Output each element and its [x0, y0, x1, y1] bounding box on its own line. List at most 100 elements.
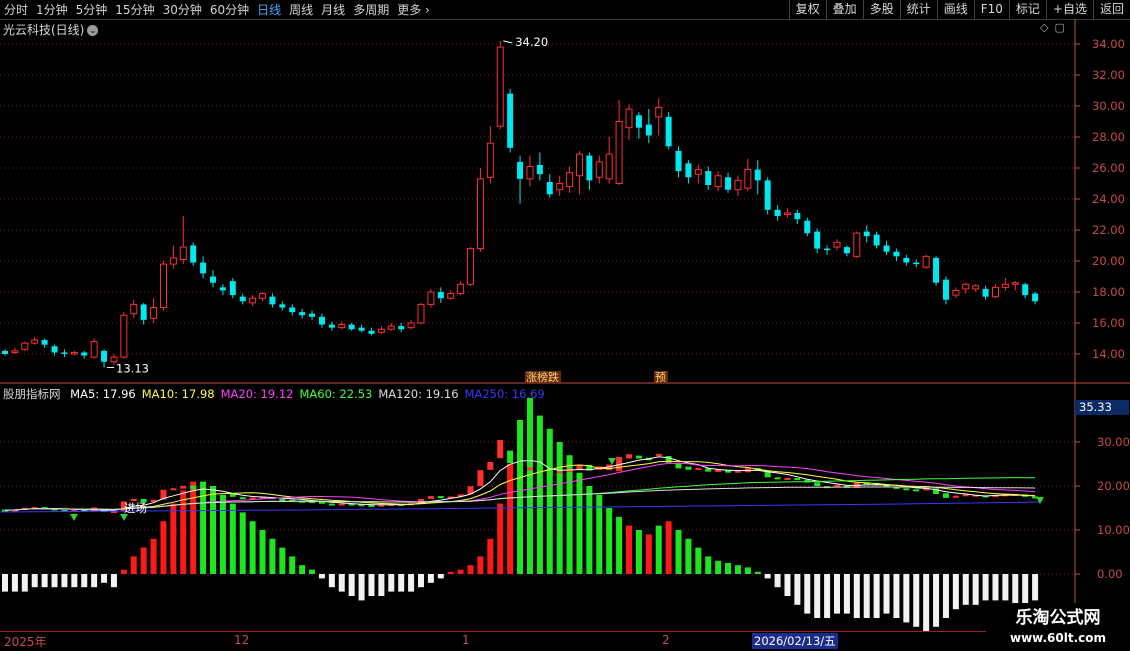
candle-body [595, 161, 603, 178]
histogram-bar [259, 530, 266, 574]
event-tag: 预 [655, 371, 666, 384]
candle-body [101, 350, 108, 362]
histogram-bar [11, 574, 18, 592]
candle-body [41, 340, 48, 345]
candle-body [407, 322, 415, 329]
candle-body [427, 291, 435, 305]
histogram-bar [853, 574, 860, 618]
histogram-bar [447, 571, 454, 574]
candle-body [368, 330, 375, 334]
candle-body [625, 108, 633, 129]
candle-body [249, 297, 257, 304]
chart-canvas[interactable]: 34.0032.0030.0028.0026.0024.0022.0020.00… [0, 0, 1130, 650]
histogram-bar [843, 574, 850, 614]
histogram-bar [1012, 574, 1019, 605]
ma-legend-item: MA5: 17.96 [70, 387, 136, 401]
histogram-bar [893, 574, 900, 618]
candle-body [31, 339, 39, 344]
candle-body [804, 220, 811, 234]
candle-body [120, 314, 128, 358]
ma-legend-item: MA60: 22.53 [299, 387, 373, 401]
histogram-bar [61, 574, 68, 588]
overlay-candle [774, 477, 781, 480]
histogram-bar [348, 574, 355, 596]
histogram-bar [705, 556, 712, 574]
histogram-bar [368, 574, 375, 596]
histogram-bar [378, 574, 385, 596]
histogram-bar [427, 574, 434, 583]
candle-body [754, 169, 761, 181]
overlay-candle [517, 466, 524, 471]
candle-body [744, 169, 752, 189]
candle-body [655, 107, 663, 118]
histogram-bar [219, 494, 226, 574]
candle-body [933, 257, 940, 283]
overlay-candle [239, 497, 246, 500]
histogram-bar [725, 563, 732, 574]
histogram-bar [744, 567, 751, 574]
y-axis-label: 34.00 [1092, 37, 1125, 51]
candle-body [190, 245, 197, 263]
candle-body [328, 324, 335, 328]
overlay-candle [507, 450, 514, 464]
candle-body [645, 124, 652, 136]
y-axis-label: 32.00 [1092, 68, 1125, 82]
histogram-bar [299, 565, 306, 574]
down-arrow-icon [70, 514, 78, 521]
y-axis-label: 18.00 [1092, 285, 1125, 299]
down-arrow-icon [120, 514, 128, 521]
y-axis-label: 0.00 [1097, 567, 1123, 581]
histogram-bar [774, 574, 781, 588]
candle-body [714, 175, 722, 188]
candle-body [962, 283, 970, 290]
candle-body [675, 150, 682, 172]
histogram-bar [685, 538, 692, 574]
overlay-candle [834, 484, 840, 487]
histogram-bar [655, 525, 662, 574]
histogram-bar [2, 574, 8, 592]
candle-body [991, 286, 999, 298]
y-axis-label: 30.00 [1097, 435, 1130, 449]
candle-body [318, 316, 325, 325]
histogram-bar [497, 503, 504, 574]
candle-body [536, 164, 543, 175]
histogram-bar [388, 574, 395, 592]
high-label: 34.20 [515, 35, 548, 49]
overlay-candle [784, 477, 791, 480]
histogram-bar [269, 538, 276, 574]
candle-body [526, 165, 534, 180]
date-label-jan: 1 [462, 633, 470, 647]
histogram-bar [170, 503, 177, 574]
candle-body [467, 248, 475, 285]
candle-body [239, 296, 246, 302]
y-axis-label: 22.00 [1092, 223, 1125, 237]
candle-body [615, 121, 623, 184]
histogram-bar [279, 547, 286, 574]
candle-body [725, 177, 732, 190]
overlay-candle [814, 482, 821, 487]
entry-label: 进场 [124, 501, 147, 515]
candle-body [377, 328, 385, 333]
y-axis-label: 30.00 [1092, 99, 1125, 113]
y-axis-label: 28.00 [1092, 130, 1125, 144]
date-label-year: 2025年 [4, 635, 47, 649]
candle-body [942, 279, 949, 300]
candle-body [338, 324, 346, 329]
candle-body [200, 262, 207, 274]
candle-body [586, 155, 593, 181]
y-axis-label: 20.00 [1097, 479, 1130, 493]
histogram-bar [665, 521, 672, 574]
candle-body [843, 247, 850, 254]
candle-body [794, 212, 801, 220]
candle-body [210, 276, 216, 283]
y-axis-label: 10.00 [1097, 523, 1130, 537]
low-label: 13.13 [116, 361, 149, 375]
overlay-candle [180, 485, 187, 489]
indicator-name[interactable]: 股朋指标网 [3, 387, 61, 401]
candle-body [764, 180, 771, 210]
candle-body [2, 350, 8, 354]
date-label-dec: 12 [234, 633, 250, 647]
histogram-bar [675, 530, 682, 574]
histogram-bar [863, 574, 870, 618]
histogram-bar [754, 571, 761, 574]
